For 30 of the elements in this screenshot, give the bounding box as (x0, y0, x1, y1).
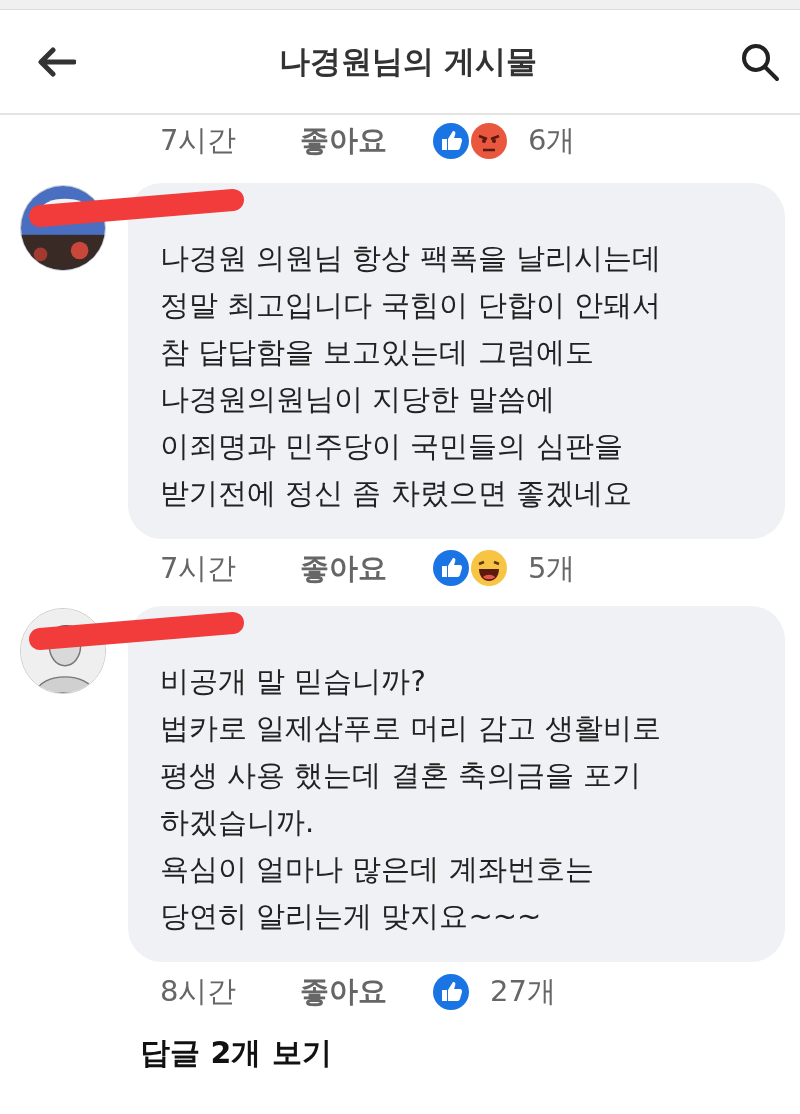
comment-text-line: 하겠습니까. (160, 804, 316, 841)
comment-text-line: 참 답답함을 보고있는데 그럼에도 (160, 333, 595, 371)
comment-time: 7시간 (160, 122, 238, 159)
comment-text-line: 비공개 말 믿습니까? (160, 663, 427, 700)
reaction-count: 27개 (490, 973, 556, 1010)
like-link[interactable]: 좋아요 (300, 119, 432, 163)
like-reaction-icon (432, 972, 470, 1011)
search-icon[interactable] (740, 41, 780, 82)
comment-text-line: 받기전에 정신 좀 차렸으면 좋겠네요 (160, 474, 633, 512)
comment-text-line: 나경원 의원님 항상 팩폭을 날리시는데 (160, 239, 662, 277)
page-title: 나경원님의 게시물 (278, 42, 538, 82)
comment-text-line: 나경원의원님이 지당한 말씀에 (160, 380, 557, 418)
like-link[interactable]: 좋아요 (300, 546, 432, 590)
like-link[interactable]: 좋아요 (300, 970, 432, 1014)
angry-reaction-icon (470, 121, 508, 160)
comment-text-line: 욕심이 얼마나 많은데 계좌번호는 (160, 851, 595, 888)
comment-text-line: 이죄명과 민주당이 국민들의 심판을 (160, 427, 624, 465)
comment-text-line: 당연히 알리는게 맞지요~~~ (160, 898, 543, 935)
reaction-count: 5개 (528, 549, 576, 587)
back-icon[interactable] (36, 46, 76, 77)
reaction-count: 6개 (528, 122, 576, 159)
comment-time: 8시간 (160, 973, 238, 1010)
comment-time: 7시간 (160, 549, 238, 587)
comment-text-line: 정말 최고입니다 국힘이 단합이 안돼서 (160, 286, 662, 324)
like-reaction-icon (432, 121, 470, 160)
like-reaction-icon (432, 549, 470, 588)
laughing-reaction-icon (470, 549, 508, 588)
view-replies-link[interactable]: 답글 2개 보기 (0, 1029, 800, 1075)
comment-text-line: 법카로 일제삼푸로 머리 감고 생활비로 (160, 710, 662, 747)
comment-text-line: 평생 사용 했는데 결혼 축의금을 포기 (160, 757, 643, 794)
